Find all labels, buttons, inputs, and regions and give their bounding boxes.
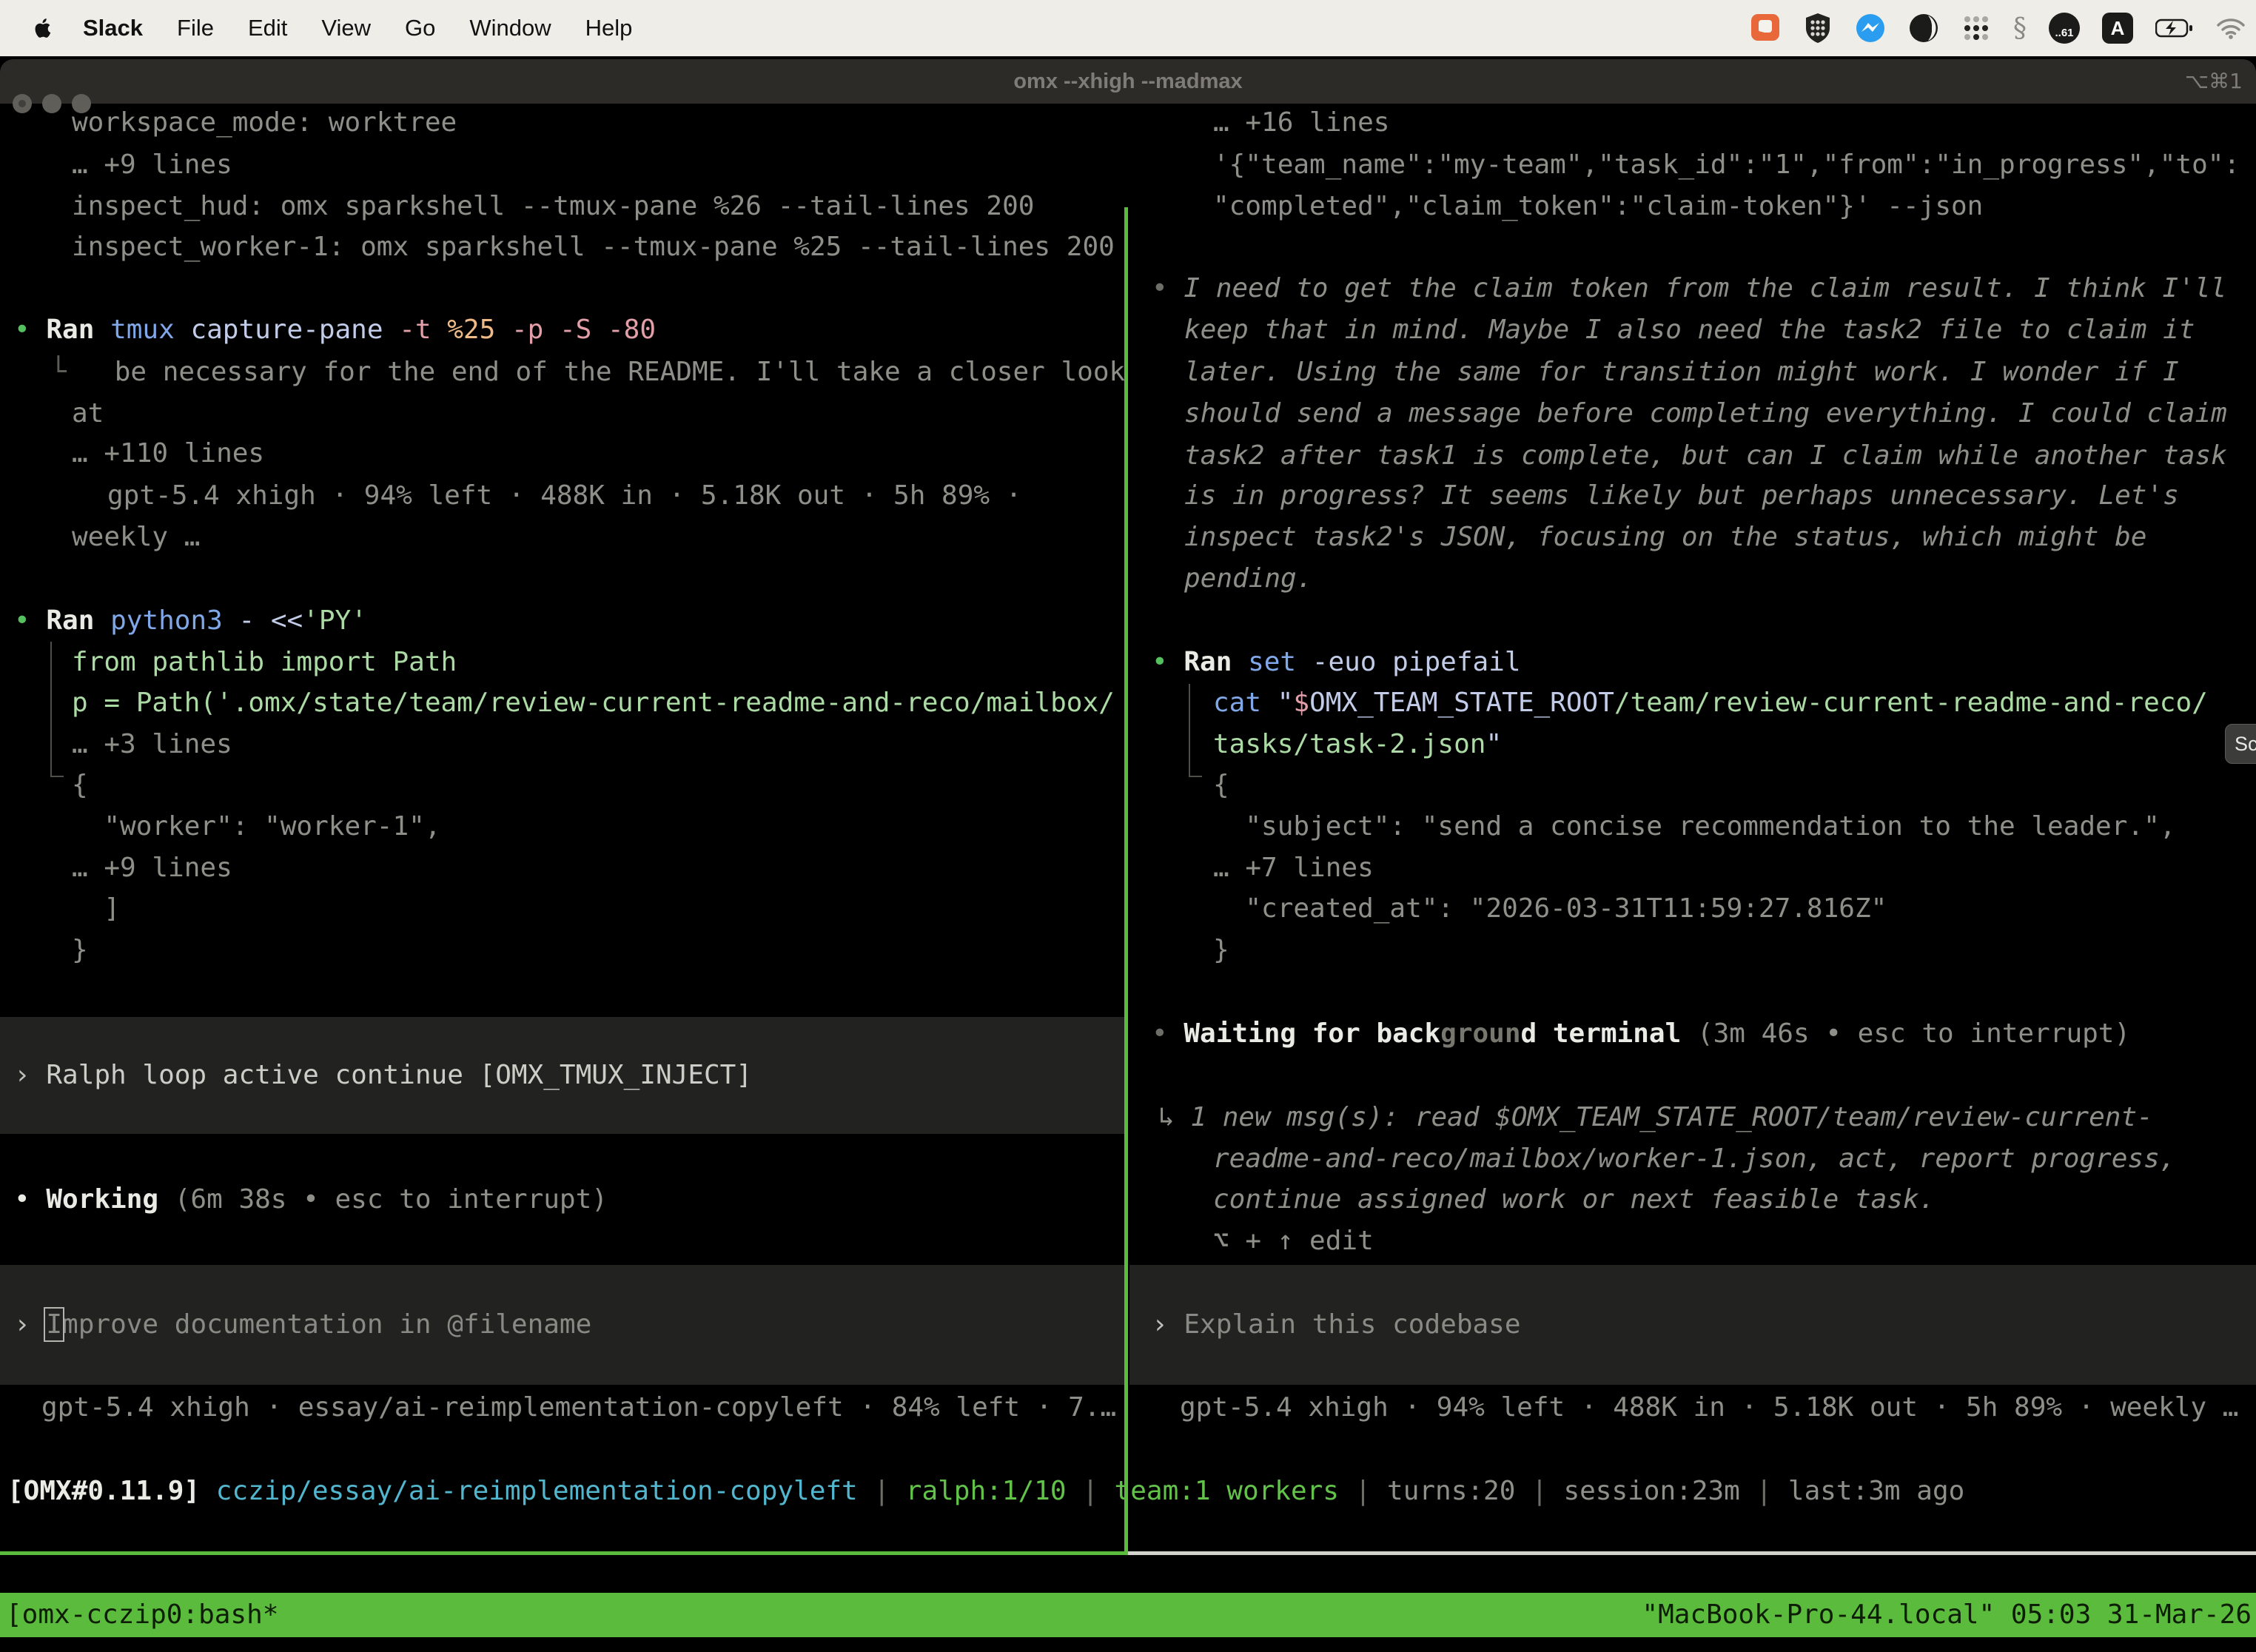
wifi-icon[interactable] [2216, 17, 2246, 39]
terminal-line: … +110 lines [72, 432, 264, 474]
tree-connector [1189, 684, 1202, 777]
menu-item-slack[interactable]: Slack [83, 15, 143, 41]
left-pane: workspace_mode: worktree… +9 linesinspec… [0, 104, 1124, 1448]
terminal-line: "worker": "worker-1", [72, 805, 441, 847]
menu-status-icons: § ..61 A [1750, 0, 2246, 56]
screen: Slack File Edit View Go Window Help § ..61 [0, 0, 2256, 1652]
right-pane: … +16 lines'{"team_name":"my-team","task… [1129, 104, 2256, 1448]
terminal-line: at [72, 392, 104, 434]
terminal-line: pending. [1184, 557, 1312, 600]
terminal-line: cat "$OMX_TEAM_STATE_ROOT/team/review-cu… [1213, 682, 2208, 724]
terminal-line: … +3 lines [72, 723, 232, 765]
badge-61-icon[interactable]: ..61 [2049, 13, 2080, 44]
window-shortcut-hint: ⌥⌘1 [2185, 59, 2243, 104]
terminal-line: later. Using the same for transition mig… [1184, 351, 2179, 393]
chat-icon[interactable] [1750, 13, 1781, 44]
terminal-line: • Working (6m 38s • esc to interrupt) [14, 1178, 608, 1220]
terminal-line: from pathlib import Path [72, 641, 457, 683]
terminal-line: gpt-5.4 xhigh · essay/ai-reimplementatio… [41, 1386, 1116, 1428]
apple-menu-icon[interactable] [34, 17, 53, 39]
menu-item-go[interactable]: Go [405, 15, 435, 41]
pane-divider-horizontal-right[interactable] [1128, 1551, 2256, 1555]
keypad-shield-icon[interactable] [1803, 12, 1833, 44]
menu-items: Slack File Edit View Go Window Help [83, 15, 632, 41]
terminal-line: workspace_mode: worktree [72, 104, 457, 144]
menu-item-edit[interactable]: Edit [248, 15, 287, 41]
terminal-line: › Ralph loop active continue [OMX_TMUX_I… [14, 1054, 752, 1096]
terminal-line: • Ran set -euo pipefail [1152, 641, 1521, 683]
terminal-line: } [72, 929, 88, 971]
terminal-line: › Explain this codebase [1152, 1303, 1521, 1346]
input-source-label: A [2102, 13, 2133, 44]
input-source-icon[interactable]: A [2102, 13, 2133, 44]
tree-connector [50, 642, 64, 777]
dots-grid-icon[interactable] [1961, 13, 1991, 43]
window-title: omx --xhigh --madmax [0, 59, 2256, 104]
terminal-line: tasks/task-2.json" [1213, 723, 1502, 765]
pane-divider-horizontal-left[interactable] [0, 1551, 1128, 1555]
terminal-line: … +16 lines [1213, 104, 1389, 144]
tmux-status-bar: [omx-cczip0:bash* "MacBook-Pro-44.local"… [0, 1593, 2256, 1637]
terminal-line: └ be necessary for the end of the README… [50, 351, 1124, 393]
window-title-bar: omx --xhigh --madmax ⌥⌘1 [0, 59, 2256, 104]
terminal-line: weekly … [72, 516, 200, 558]
screen-tooltip: Scre [2225, 724, 2256, 764]
menu-item-help[interactable]: Help [585, 15, 633, 41]
terminal-line: • I need to get the claim token from the… [1152, 267, 2226, 309]
terminal-line: [OMX#0.11.9] cczip/essay/ai-reimplementa… [7, 1470, 1964, 1512]
tmux-host-clock: "MacBook-Pro-44.local" 05:03 31-Mar-26 [1642, 1593, 2252, 1637]
terminal-line: ⌥ + ↑ edit [1213, 1220, 1374, 1262]
terminal-line: { [1213, 764, 1229, 806]
terminal-line: "created_at": "2026-03-31T11:59:27.816Z" [1213, 887, 1887, 930]
menu-item-window[interactable]: Window [469, 15, 551, 41]
battery-icon[interactable] [2155, 18, 2194, 38]
terminal-line: task2 after task1 is complete, but can I… [1184, 434, 2227, 477]
terminal-line: › Improve documentation in @filename [14, 1303, 591, 1346]
terminal-line: • Waiting for background terminal (3m 46… [1152, 1013, 2130, 1055]
terminal-line: gpt-5.4 xhigh · 94% left · 488K in · 5.1… [107, 474, 1021, 517]
hook-icon[interactable]: § [2013, 13, 2027, 44]
terminal-line: … +9 lines [72, 144, 232, 186]
pane-divider-vertical[interactable] [1124, 207, 1128, 1555]
terminal-line: ↳ 1 new msg(s): read $OMX_TEAM_STATE_ROO… [1158, 1096, 2153, 1138]
terminal-line: continue assigned work or next feasible … [1213, 1178, 1935, 1220]
terminal-line: "subject": "send a concise recommendatio… [1213, 805, 2175, 847]
terminal-line: is in progress? It seems likely but perh… [1184, 474, 2179, 517]
terminal-line: … +7 lines [1213, 847, 1374, 889]
terminal-line: { [72, 764, 88, 806]
terminal-line: • Ran python3 - <<'PY' [14, 600, 367, 642]
terminal-line: readme-and-reco/mailbox/worker-1.json, a… [1213, 1138, 2175, 1180]
terminal-line: ] [72, 887, 120, 930]
terminal-line: … +9 lines [72, 847, 232, 889]
terminal-line: } [1213, 929, 1229, 971]
terminal-line: '{"team_name":"my-team","task_id":"1","f… [1213, 144, 2240, 186]
tmux-session-label: [omx-cczip0:bash* [6, 1593, 278, 1637]
terminal-line: p = Path('.omx/state/team/review-current… [72, 682, 1115, 724]
terminal-line: • Ran tmux capture-pane -t %25 -p -S -80 [14, 309, 656, 351]
terminal-line: "completed","claim_token":"claim-token"}… [1213, 185, 1983, 227]
contrast-icon[interactable] [1908, 13, 1939, 44]
terminal-line: should send a message before completing … [1184, 392, 2227, 434]
badge-61-label: ..61 [2049, 13, 2080, 44]
terminal-line: inspect_hud: omx sparkshell --tmux-pane … [72, 185, 1034, 227]
menu-bar: Slack File Edit View Go Window Help § ..61 [0, 0, 2256, 56]
menu-item-view[interactable]: View [321, 15, 371, 41]
menu-item-file[interactable]: File [177, 15, 214, 41]
terminal: workspace_mode: worktree… +9 linesinspec… [0, 104, 2256, 1652]
terminal-line: keep that in mind. Maybe I also need the… [1184, 309, 2195, 351]
terminal-line: gpt-5.4 xhigh · 94% left · 488K in · 5.1… [1180, 1386, 2238, 1428]
terminal-line: inspect task2's JSON, focusing on the st… [1184, 516, 2146, 558]
terminal-line: inspect_worker-1: omx sparkshell --tmux-… [72, 226, 1115, 268]
messenger-icon[interactable] [1855, 13, 1886, 44]
